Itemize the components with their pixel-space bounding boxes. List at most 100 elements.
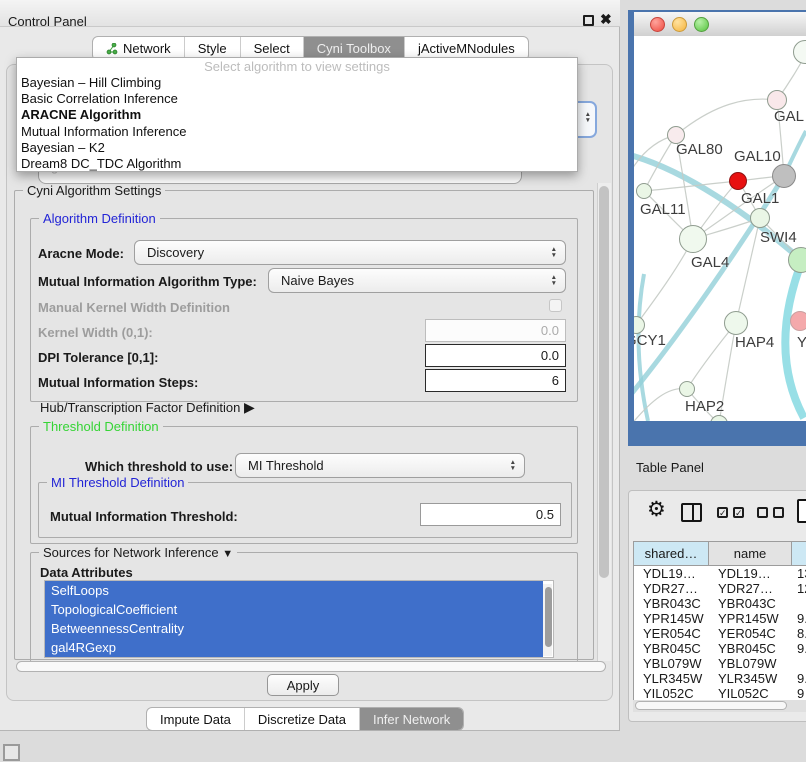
data-attributes-list[interactable]: SelfLoopsTopologicalCoefficientBetweenne… bbox=[44, 580, 554, 658]
collapse-down-icon[interactable]: ▼ bbox=[222, 548, 233, 560]
control-panel-titlebar bbox=[0, 0, 620, 27]
kernel-width-field[interactable]: 0.0 bbox=[425, 319, 566, 342]
network-node-hap2[interactable] bbox=[679, 381, 695, 397]
network-node-gal10[interactable] bbox=[772, 164, 796, 188]
table-panel: ⚙ ✓ ✓ shared… name YDL19…YDL19…13YDR27…Y… bbox=[628, 490, 806, 722]
control-panel-title: Control Panel bbox=[8, 14, 87, 29]
algorithm-option[interactable]: Dream8 DC_TDC Algorithm bbox=[17, 156, 577, 172]
table-cell: YBL079W bbox=[634, 656, 709, 671]
table-header-row: shared… name bbox=[634, 542, 806, 566]
table-row[interactable]: YBR045CYBR045C9. bbox=[634, 641, 806, 656]
data-attribute-item[interactable]: BetweennessCentrality bbox=[45, 619, 543, 638]
algorithm-option[interactable]: Mutual Information Inference bbox=[17, 124, 577, 140]
node-table[interactable]: shared… name YDL19…YDL19…13YDR27…YDR27…1… bbox=[633, 541, 806, 705]
checked-checkbox-icon[interactable]: ✓ bbox=[733, 507, 744, 518]
hub-definition-toggle[interactable]: Hub/Transcription Factor Definition ▶ bbox=[40, 399, 255, 416]
column-header-name[interactable]: name bbox=[709, 542, 792, 565]
network-node-gal4[interactable] bbox=[679, 225, 707, 253]
algorithm-option[interactable]: Bayesian – K2 bbox=[17, 140, 577, 156]
split-view-icon[interactable] bbox=[681, 503, 702, 522]
mi-threshold-field[interactable]: 0.5 bbox=[420, 503, 561, 526]
table-cell: 9. bbox=[792, 671, 806, 686]
algorithm-option[interactable]: ARACNE Algorithm bbox=[17, 107, 577, 123]
mi-steps-field[interactable]: 6 bbox=[425, 369, 566, 392]
tab-impute-data[interactable]: Impute Data bbox=[147, 708, 244, 730]
aracne-mode-combobox[interactable]: Discovery ▲▼ bbox=[134, 240, 566, 265]
column-header-cut[interactable] bbox=[792, 542, 806, 565]
window-close-icon[interactable] bbox=[650, 17, 665, 32]
combo-arrows-icon: ▲▼ bbox=[510, 460, 516, 471]
dpi-tolerance-field[interactable]: 0.0 bbox=[425, 344, 566, 367]
mi-algorithm-type-value: Naive Bayes bbox=[281, 273, 354, 288]
table-row[interactable]: YER054CYER054C8. bbox=[634, 626, 806, 641]
tab-cyni-toolbox-label: Cyni Toolbox bbox=[317, 41, 391, 56]
table-row[interactable]: YBR043CYBR043C bbox=[634, 596, 806, 611]
settings-vscrollbar-thumb[interactable] bbox=[599, 186, 609, 578]
node-label: HAP2 bbox=[685, 398, 724, 415]
cyni-mode-tab-bar: Impute Data Discretize Data Infer Networ… bbox=[146, 707, 464, 731]
mi-algorithm-type-combobox[interactable]: Naive Bayes ▲▼ bbox=[268, 268, 566, 293]
network-node-hap4[interactable] bbox=[724, 311, 748, 335]
network-canvas[interactable]: GALGAL80GAL10GAL11GAL1SWI4GAL4GCY1HAP4YH… bbox=[634, 36, 806, 421]
window-minimize-icon[interactable] bbox=[672, 17, 687, 32]
tab-infer-network-label: Infer Network bbox=[373, 712, 450, 727]
table-body: YDL19…YDL19…13YDR27…YDR27…12YBR043CYBR04… bbox=[634, 566, 806, 701]
tab-discretize-data[interactable]: Discretize Data bbox=[244, 708, 359, 730]
network-node-gal[interactable] bbox=[767, 90, 787, 110]
table-cell: YPR145W bbox=[709, 611, 792, 626]
settings-hscrollbar-track[interactable] bbox=[14, 660, 610, 673]
which-threshold-combobox[interactable]: MI Threshold ▲▼ bbox=[235, 453, 525, 478]
table-hscrollbar-track[interactable] bbox=[633, 700, 806, 712]
settings-hscrollbar-thumb[interactable] bbox=[16, 661, 606, 672]
algorithm-popup-items: Bayesian – Hill ClimbingBasic Correlatio… bbox=[17, 75, 577, 172]
sources-legend-text: Sources for Network Inference bbox=[43, 545, 219, 560]
table-row[interactable]: YPR145WYPR145W9. bbox=[634, 611, 806, 626]
node-label: Y bbox=[797, 334, 806, 351]
unchecked-checkbox-icon[interactable] bbox=[757, 507, 768, 518]
list-scrollbar-thumb[interactable] bbox=[545, 587, 552, 647]
table-cell: YBR043C bbox=[634, 596, 709, 611]
close-icon[interactable]: ✖ bbox=[600, 11, 612, 28]
aracne-mode-label: Aracne Mode: bbox=[38, 246, 124, 261]
gear-icon[interactable]: ⚙ bbox=[647, 497, 666, 521]
data-attribute-item[interactable]: TopologicalCoefficient bbox=[45, 600, 543, 619]
table-cell: YBR043C bbox=[709, 596, 792, 611]
sources-legend: Sources for Network Inference ▼ bbox=[39, 545, 237, 560]
column-header-shared-name[interactable]: shared… bbox=[634, 542, 709, 565]
combo-arrows-icon: ▲▼ bbox=[585, 112, 591, 123]
apply-button[interactable]: Apply bbox=[267, 674, 339, 696]
algorithm-option[interactable]: Bayesian – Hill Climbing bbox=[17, 75, 577, 91]
kernel-width-label: Kernel Width (0,1): bbox=[38, 325, 153, 340]
window-zoom-icon[interactable] bbox=[694, 17, 709, 32]
dpi-tolerance-label: DPI Tolerance [0,1]: bbox=[38, 350, 158, 365]
mi-threshold-definition-legend: MI Threshold Definition bbox=[47, 475, 188, 490]
table-hscrollbar-thumb[interactable] bbox=[635, 701, 787, 710]
combo-arrows-icon: ▲▼ bbox=[551, 247, 557, 258]
network-node[interactable] bbox=[729, 172, 747, 190]
expand-right-icon[interactable]: ▶ bbox=[244, 399, 255, 415]
manual-kernel-width-checkbox[interactable] bbox=[549, 299, 562, 312]
table-row[interactable]: YLR345WYLR345W9. bbox=[634, 671, 806, 686]
table-cell bbox=[792, 656, 806, 671]
network-node-gal11[interactable] bbox=[636, 183, 652, 199]
node-label: GAL80 bbox=[676, 141, 723, 158]
network-window-titlebar[interactable] bbox=[634, 12, 806, 38]
table-row[interactable]: YIL052CYIL052C9 bbox=[634, 686, 806, 701]
table-cell: YIL052C bbox=[634, 686, 709, 701]
table-row[interactable]: YDL19…YDL19…13 bbox=[634, 566, 806, 581]
mi-threshold-label: Mutual Information Threshold: bbox=[50, 509, 238, 524]
float-panel-icon[interactable] bbox=[583, 15, 594, 26]
checked-checkbox-icon[interactable]: ✓ bbox=[717, 507, 728, 518]
table-row[interactable]: YBL079WYBL079W bbox=[634, 656, 806, 671]
unchecked-checkbox-icon[interactable] bbox=[773, 507, 784, 518]
network-node-y[interactable] bbox=[790, 311, 806, 331]
table-row[interactable]: YDR27…YDR27…12 bbox=[634, 581, 806, 596]
document-icon[interactable] bbox=[797, 499, 806, 523]
mini-panel-icon[interactable] bbox=[3, 744, 20, 761]
data-attribute-item[interactable]: SelfLoops bbox=[45, 581, 543, 600]
algorithm-option[interactable]: Basic Correlation Inference bbox=[17, 91, 577, 107]
data-attributes-items: SelfLoopsTopologicalCoefficientBetweenne… bbox=[45, 581, 553, 657]
network-node-gal1[interactable] bbox=[750, 208, 770, 228]
data-attribute-item[interactable]: gal4RGexp bbox=[45, 638, 543, 657]
tab-infer-network[interactable]: Infer Network bbox=[359, 708, 463, 730]
